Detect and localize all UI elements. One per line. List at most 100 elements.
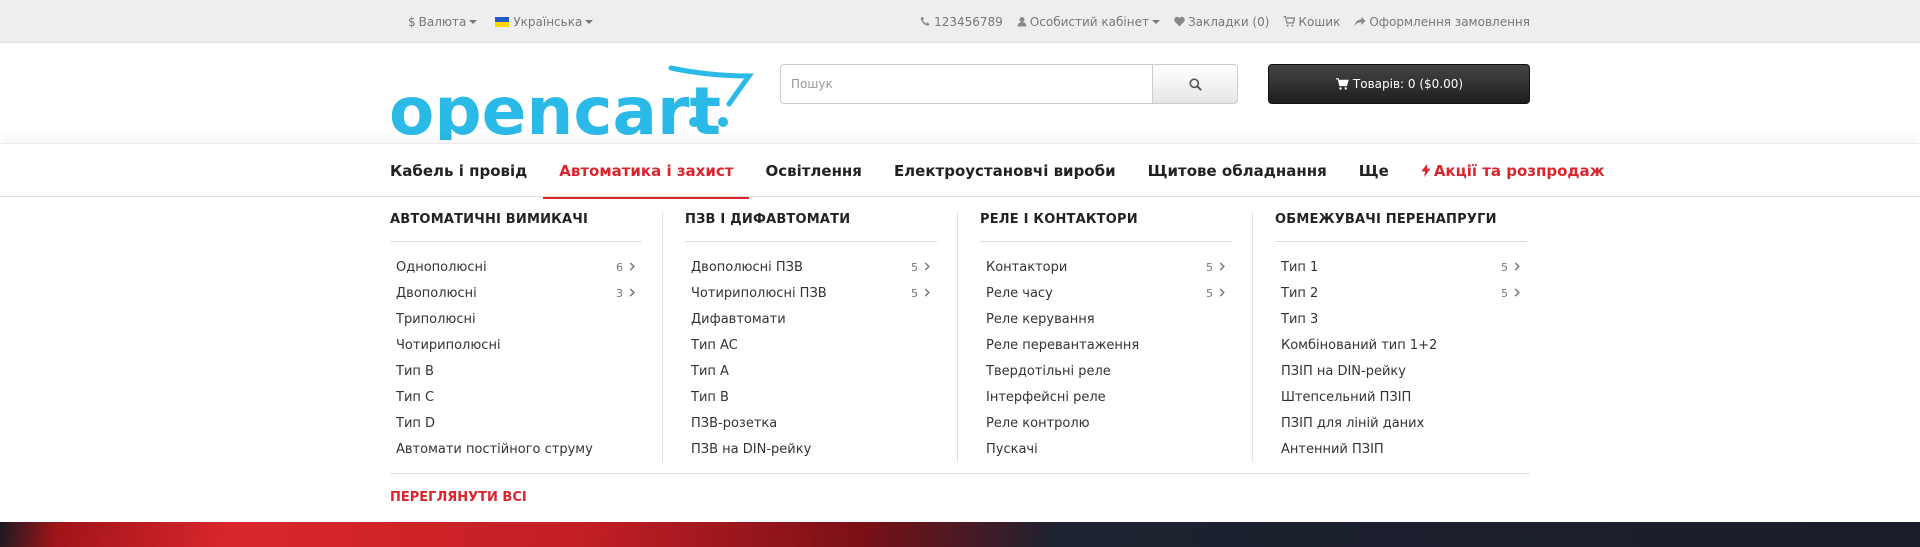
promo-banner[interactable] bbox=[0, 522, 1920, 547]
count-value: 5 bbox=[911, 260, 918, 274]
chevron-right-icon bbox=[1514, 287, 1520, 297]
category-label: Реле керування bbox=[986, 311, 1095, 327]
category-link[interactable]: ПЗІП на DIN-рейку bbox=[1281, 358, 1521, 384]
sale-link[interactable]: Акції та розпродаж bbox=[1421, 162, 1605, 180]
wishlist-link[interactable]: Закладки (0) bbox=[1174, 15, 1269, 29]
ukraine-flag-icon bbox=[495, 16, 510, 27]
category-label: Реле часу bbox=[986, 285, 1053, 301]
category-link[interactable]: Тип B bbox=[691, 384, 931, 410]
top-bar-inner: $ Валюта Українська 123456789 Особистий … bbox=[390, 0, 1530, 43]
category-link[interactable]: Однополюсні 6 bbox=[396, 254, 636, 280]
chevron-right-icon bbox=[629, 287, 635, 297]
category-link[interactable]: Тип A bbox=[691, 358, 931, 384]
category-list: Двополюсні ПЗВ 5 Чотириполюсні ПЗВ 5 Дифавто… bbox=[691, 254, 931, 462]
dollar-icon: $ bbox=[408, 14, 416, 29]
category-label: Реле перевантаження bbox=[986, 337, 1140, 353]
sale-label: Акції та розпродаж bbox=[1433, 162, 1605, 180]
top-bar-left: $ Валюта Українська bbox=[390, 15, 611, 29]
category-label: Тип 2 bbox=[1281, 285, 1319, 301]
category-label: Антенний ПЗІП bbox=[1281, 441, 1384, 457]
category-label: Тип A bbox=[691, 363, 729, 379]
category-link[interactable]: Реле контролю bbox=[986, 410, 1226, 436]
column-title[interactable]: ПЗВ І ДИФАВТОМАТИ bbox=[685, 212, 850, 227]
category-link[interactable]: Реле часу 5 bbox=[986, 280, 1226, 306]
category-link[interactable]: Автомати постійного струму bbox=[396, 436, 636, 462]
category-link[interactable]: Триполюсні bbox=[396, 306, 636, 332]
category-link[interactable]: ПЗВ на DIN-рейку bbox=[691, 436, 931, 462]
chevron-right-icon bbox=[629, 261, 635, 271]
category-link[interactable]: Двополюсні 3 bbox=[396, 280, 636, 306]
search-input[interactable]: Пошук bbox=[780, 64, 1153, 104]
heart-icon bbox=[1174, 16, 1185, 27]
phone-link[interactable]: 123456789 bbox=[920, 15, 1003, 29]
subcategory-count: 5 bbox=[911, 261, 931, 274]
category-link[interactable]: Тип 1 5 bbox=[1281, 254, 1521, 280]
menu-item-more[interactable]: Ще bbox=[1359, 144, 1389, 198]
category-link[interactable]: Контактори 5 bbox=[986, 254, 1226, 280]
cart-button-label: Товарів: 0 ($0.00) bbox=[1352, 77, 1464, 91]
cart-link[interactable]: Кошик bbox=[1283, 15, 1340, 29]
category-link[interactable]: Тип C bbox=[396, 384, 636, 410]
account-dropdown[interactable]: Особистий кабінет bbox=[1017, 15, 1160, 29]
menu-item-panel-equipment[interactable]: Щитове обладнання bbox=[1148, 144, 1327, 198]
count-value: 5 bbox=[1501, 286, 1508, 300]
count-value: 5 bbox=[1206, 260, 1213, 274]
category-link[interactable]: Тип 3 bbox=[1281, 306, 1521, 332]
category-label: Тип D bbox=[396, 415, 436, 431]
category-link[interactable]: Чотириполюсні ПЗВ 5 bbox=[691, 280, 931, 306]
category-link[interactable]: ПЗІП для ліній даних bbox=[1281, 410, 1521, 436]
category-link[interactable]: Штепсельний ПЗІП bbox=[1281, 384, 1521, 410]
category-label: Тип C bbox=[396, 389, 435, 405]
menu-item-wiring-devices[interactable]: Електроустановчі вироби bbox=[894, 144, 1116, 198]
category-link[interactable]: Тип AC bbox=[691, 332, 931, 358]
column-title[interactable]: АВТОМАТИЧНІ ВИМИКАЧІ bbox=[390, 212, 588, 227]
category-label: Однополюсні bbox=[396, 259, 487, 275]
category-link[interactable]: Реле перевантаження bbox=[986, 332, 1226, 358]
account-label: Особистий кабінет bbox=[1029, 14, 1149, 29]
subcategory-count: 5 bbox=[1501, 261, 1521, 274]
category-link[interactable]: Дифавтомати bbox=[691, 306, 931, 332]
column-title[interactable]: ОБМЕЖУВАЧІ ПЕРЕНАПРУГИ bbox=[1275, 212, 1497, 227]
menu-item-cable[interactable]: Кабель і провід bbox=[390, 144, 527, 198]
category-link[interactable]: Тип 2 5 bbox=[1281, 280, 1521, 306]
subcategory-count: 5 bbox=[1206, 261, 1226, 274]
category-link[interactable]: Інтерфейсні реле bbox=[986, 384, 1226, 410]
category-label: Двополюсні bbox=[396, 285, 477, 301]
menu-item-automation[interactable]: Автоматика і захист bbox=[543, 144, 750, 199]
category-link[interactable]: ПЗВ-розетка bbox=[691, 410, 931, 436]
category-label: ПЗВ-розетка bbox=[691, 415, 778, 431]
chevron-right-icon bbox=[924, 261, 930, 271]
cart-button[interactable]: Товарів: 0 ($0.00) bbox=[1268, 64, 1530, 104]
language-label: Українська bbox=[513, 14, 583, 29]
menu-item-lighting[interactable]: Освітлення bbox=[765, 144, 862, 198]
column-title[interactable]: РЕЛЕ І КОНТАКТОРИ bbox=[980, 212, 1138, 227]
view-all-link[interactable]: ПЕРЕГЛЯНУТИ ВСІ bbox=[390, 490, 527, 505]
checkout-link[interactable]: Оформлення замовлення bbox=[1354, 15, 1530, 29]
language-dropdown[interactable]: Українська bbox=[495, 14, 594, 29]
category-link[interactable]: Реле керування bbox=[986, 306, 1226, 332]
category-link[interactable]: Тип D bbox=[396, 410, 636, 436]
category-link[interactable]: Пускачі bbox=[986, 436, 1226, 462]
category-label: Тип AC bbox=[691, 337, 738, 353]
caret-down-icon bbox=[585, 19, 594, 24]
header: opencart Пошук Товарів: 0 ($0.00) bbox=[0, 43, 1920, 151]
category-link[interactable]: Твердотільні реле bbox=[986, 358, 1226, 384]
search-placeholder: Пошук bbox=[791, 77, 833, 91]
category-link[interactable]: Комбінований тип 1+2 bbox=[1281, 332, 1521, 358]
search-icon bbox=[1188, 77, 1202, 91]
category-link[interactable]: Чотириполюсні bbox=[396, 332, 636, 358]
column-title-underline bbox=[390, 241, 642, 242]
category-list: Тип 1 5 Тип 2 5 Тип 3 Комбінований тип 1+2 ПЗІ… bbox=[1281, 254, 1521, 462]
category-link[interactable]: Антенний ПЗІП bbox=[1281, 436, 1521, 462]
category-label: Чотириполюсні ПЗВ bbox=[691, 285, 827, 301]
opencart-logo[interactable]: opencart bbox=[389, 62, 754, 140]
count-value: 5 bbox=[1206, 286, 1213, 300]
currency-dropdown[interactable]: $ Валюта bbox=[408, 14, 478, 29]
category-link[interactable]: Тип B bbox=[396, 358, 636, 384]
category-link[interactable]: Двополюсні ПЗВ 5 bbox=[691, 254, 931, 280]
search-button[interactable] bbox=[1153, 64, 1238, 104]
caret-down-icon bbox=[1151, 19, 1160, 24]
category-label: Пускачі bbox=[986, 441, 1038, 457]
category-label: ПЗІП на DIN-рейку bbox=[1281, 363, 1406, 379]
column-title-underline bbox=[685, 241, 937, 242]
